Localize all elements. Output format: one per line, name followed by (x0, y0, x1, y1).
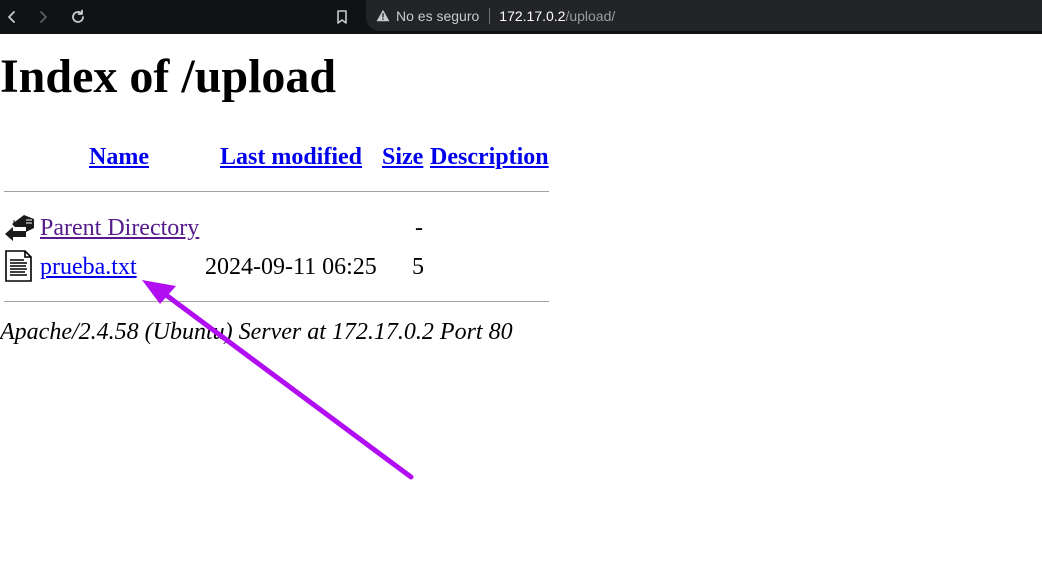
chevron-left-icon (8, 11, 15, 23)
page-title: Index of /upload (0, 50, 337, 103)
footer-divider (4, 301, 549, 302)
column-header-size[interactable]: Size (382, 143, 423, 171)
warning-triangle-icon[interactable] (376, 9, 390, 23)
parent-directory-link[interactable]: Parent Directory (40, 214, 199, 242)
column-header-name[interactable]: Name (89, 143, 149, 171)
omnibox-divider (489, 7, 491, 24)
back-button[interactable] (0, 5, 24, 29)
url-path[interactable]: /upload/ (565, 8, 615, 24)
reload-button[interactable] (66, 5, 90, 29)
text-file-icon (5, 250, 32, 282)
header-divider (4, 191, 549, 192)
bookmark-button[interactable] (330, 5, 354, 29)
browser-toolbar: No es seguro 172.17.0.2 /upload/ (0, 0, 1042, 34)
reload-icon (72, 9, 84, 23)
url-host[interactable]: 172.17.0.2 (499, 8, 565, 24)
address-bar[interactable]: No es seguro 172.17.0.2 /upload/ (366, 0, 1042, 31)
row-size: - (415, 215, 423, 241)
server-signature: Apache/2.4.58 (Ubuntu) Server at 172.17.… (0, 319, 513, 345)
bookmark-icon (337, 10, 347, 24)
back-folder-icon (5, 215, 34, 241)
chevron-right-icon (40, 11, 47, 23)
column-header-last-modified[interactable]: Last modified (220, 143, 362, 171)
forward-button[interactable] (31, 5, 55, 29)
security-label[interactable]: No es seguro (396, 8, 479, 24)
column-header-description[interactable]: Description (430, 143, 549, 171)
file-link-prueba-txt[interactable]: prueba.txt (40, 253, 137, 281)
row-last-modified: 2024-09-11 06:25 (205, 254, 377, 280)
row-size: 5 (412, 254, 424, 280)
